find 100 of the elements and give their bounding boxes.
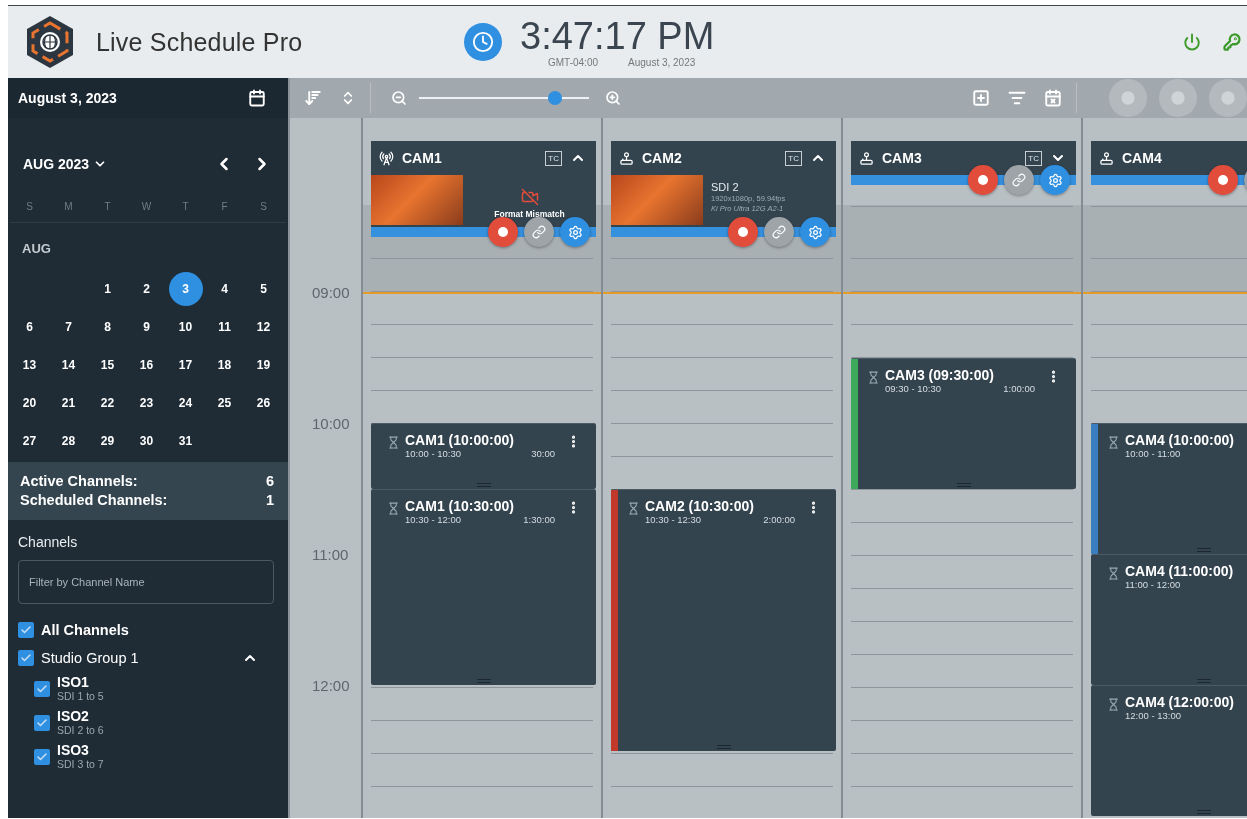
key-icon[interactable] xyxy=(1223,33,1241,51)
calendar-day[interactable]: 12 xyxy=(246,310,281,344)
calendar-x-icon xyxy=(1044,89,1062,107)
schedule-event[interactable]: CAM4 (12:00:00) 12:00 - 13:00 xyxy=(1091,685,1247,817)
calendar-day[interactable]: 14 xyxy=(51,348,86,382)
channel-name: CAM3 xyxy=(882,150,922,166)
checkbox[interactable] xyxy=(18,622,34,638)
schedule-event[interactable]: CAM2 (10:30:00) 10:30 - 12:30 2:00:00 xyxy=(611,488,836,751)
schedule-event[interactable]: CAM1 (10:30:00) 10:30 - 12:00 1:30:00 xyxy=(371,488,596,686)
hourglass-icon xyxy=(1107,436,1120,450)
calendar-day[interactable]: 13 xyxy=(12,348,47,382)
calendar-day[interactable]: 16 xyxy=(129,348,164,382)
calendar-day[interactable]: 24 xyxy=(168,386,203,420)
resize-handle[interactable] xyxy=(476,482,491,487)
resize-handle[interactable] xyxy=(476,679,491,684)
calendar-day[interactable]: 28 xyxy=(51,424,86,458)
weekday-label: T xyxy=(181,200,190,214)
link-button[interactable] xyxy=(764,217,794,247)
checkbox[interactable] xyxy=(34,681,50,697)
schedule-event[interactable]: CAM4 (11:00:00) 11:00 - 12:00 xyxy=(1091,554,1247,686)
checkbox[interactable] xyxy=(18,650,34,666)
timecode-badge: TC xyxy=(1025,150,1042,166)
calendar-day[interactable]: 9 xyxy=(129,310,164,344)
filter-button[interactable] xyxy=(1008,89,1026,107)
power-icon[interactable] xyxy=(1183,33,1201,51)
current-time: 3:47:17 PM xyxy=(520,16,715,55)
record-button[interactable] xyxy=(488,217,518,247)
calendar-day[interactable]: 22 xyxy=(90,386,125,420)
event-title: CAM4 (10:00:00) xyxy=(1125,432,1235,449)
timezone: GMT-04:00 xyxy=(548,56,599,68)
calendar-icon[interactable] xyxy=(248,89,266,107)
schedule-event[interactable]: CAM3 (09:30:00) 09:30 - 10:30 1:00:00 xyxy=(851,357,1076,489)
calendar-day[interactable]: 31 xyxy=(168,424,203,458)
filter-input[interactable]: Filter by Channel Name xyxy=(18,560,274,604)
antenna-icon xyxy=(379,150,394,166)
record-button[interactable] xyxy=(968,165,998,195)
calendar-day[interactable]: 26 xyxy=(246,386,281,420)
hourglass-icon xyxy=(627,501,640,515)
link-button[interactable] xyxy=(1004,165,1034,195)
link-icon xyxy=(532,225,546,239)
add-button[interactable] xyxy=(972,89,990,107)
settings-button[interactable] xyxy=(560,217,590,247)
resize-handle[interactable] xyxy=(716,744,731,749)
calendar-day[interactable]: 20 xyxy=(12,386,47,420)
calendar-day[interactable]: 2 xyxy=(129,272,164,306)
event-time-range: 10:30 - 12:30 xyxy=(645,513,701,525)
calendar-day[interactable]: 11 xyxy=(207,310,242,344)
timecode-badge: TC xyxy=(545,150,562,166)
calendar-day[interactable]: 15 xyxy=(90,348,125,382)
calendar-day[interactable]: 25 xyxy=(207,386,242,420)
calendar-day[interactable]: 29 xyxy=(90,424,125,458)
dot-icon xyxy=(1217,174,1229,186)
check-icon xyxy=(36,683,48,695)
calendar-day[interactable]: 27 xyxy=(12,424,47,458)
clock-icon xyxy=(464,23,502,61)
zoom-in-icon xyxy=(605,90,621,106)
sort-button[interactable] xyxy=(304,89,322,107)
calendar-day[interactable]: 30 xyxy=(129,424,164,458)
record-button[interactable] xyxy=(728,217,758,247)
calendar-day[interactable]: 17 xyxy=(168,348,203,382)
zoom-in-button[interactable] xyxy=(605,90,621,106)
calendar-day[interactable]: 21 xyxy=(51,386,86,420)
calendar-day[interactable]: 7 xyxy=(51,310,86,344)
record-button[interactable] xyxy=(1208,165,1238,195)
calendar-day[interactable]: 23 xyxy=(129,386,164,420)
calendar-day[interactable]: 19 xyxy=(246,348,281,382)
channel-name: CAM1 xyxy=(402,150,442,166)
resize-handle[interactable] xyxy=(1196,679,1211,684)
calendar-day[interactable]: 8 xyxy=(90,310,125,344)
link-button[interactable] xyxy=(524,217,554,247)
check-icon xyxy=(36,751,48,763)
clear-schedule-button[interactable] xyxy=(1044,89,1062,107)
checkbox[interactable] xyxy=(34,749,50,765)
slider-thumb[interactable] xyxy=(548,91,562,105)
filter-icon xyxy=(1008,89,1026,107)
stat-value: 6 xyxy=(265,472,274,491)
resize-handle[interactable] xyxy=(956,482,971,487)
settings-button[interactable] xyxy=(1040,165,1070,195)
resize-handle[interactable] xyxy=(1196,548,1211,553)
calendar-day[interactable]: 4 xyxy=(207,272,242,306)
calendar-day[interactable]: 1 xyxy=(90,272,125,306)
settings-button[interactable] xyxy=(800,217,830,247)
calendar-day[interactable]: 18 xyxy=(207,348,242,382)
event-time-range: 10:30 - 12:00 xyxy=(405,513,461,525)
schedule-event[interactable]: CAM1 (10:00:00) 10:00 - 10:30 30:00 xyxy=(371,423,596,489)
calendar-day[interactable]: 6 xyxy=(12,310,47,344)
channel-source: SDI 1 to 5 xyxy=(57,690,104,703)
stat-label: Active Channels: xyxy=(20,472,138,491)
calendar-day[interactable]: 5 xyxy=(246,272,281,306)
checkbox[interactable] xyxy=(34,715,50,731)
zoom-out-button[interactable] xyxy=(391,90,407,106)
event-duration: 1:00:00 xyxy=(1003,382,1035,394)
schedule-event[interactable]: CAM4 (10:00:00) 10:00 - 11:00 xyxy=(1091,423,1247,555)
month-selector[interactable]: AUG 2023 xyxy=(23,156,108,172)
channel-name: CAM2 xyxy=(642,150,682,166)
calendar-day[interactable]: 10 xyxy=(168,310,203,344)
hourglass-icon xyxy=(387,501,400,515)
event-time-range: 11:00 - 12:00 xyxy=(1125,579,1181,591)
channel-group-label: All Channels xyxy=(41,622,129,638)
resize-handle[interactable] xyxy=(1196,810,1211,815)
